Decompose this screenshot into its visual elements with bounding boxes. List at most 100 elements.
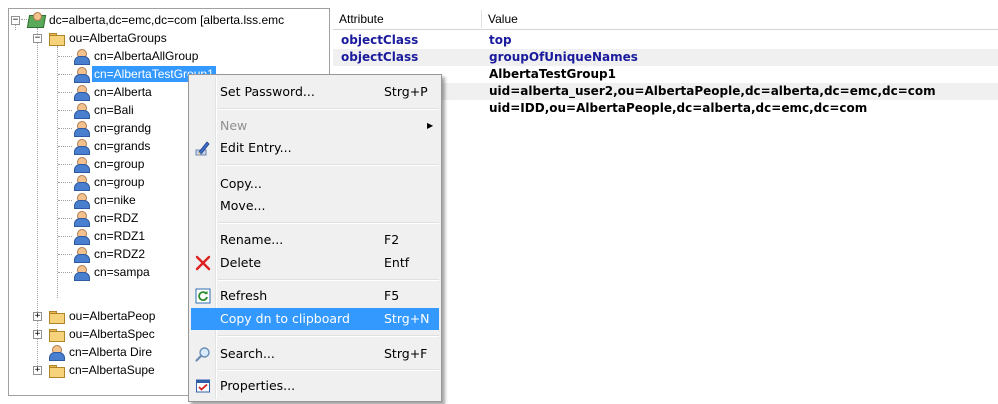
tree-item-alberta-groups[interactable]: − ou=AlbertaGroups (33, 29, 169, 47)
tree-item-group[interactable]: cn=Alberta Dire (33, 343, 154, 361)
tree-item-group[interactable]: cn=AlbertaAllGroup (73, 47, 200, 65)
group-icon (73, 66, 90, 83)
column-header-attribute[interactable]: Attribute (333, 8, 384, 30)
group-icon (73, 120, 90, 137)
menu-item-delete[interactable]: Delete Entf (191, 252, 439, 274)
menu-shortcut: Strg+P (384, 84, 428, 99)
group-icon (73, 174, 90, 191)
tree-item-group[interactable]: cn=group (73, 155, 146, 173)
tree-root-label[interactable]: dc=alberta,dc=emc,dc=com [alberta.lss.em… (47, 12, 286, 28)
collapse-toggle[interactable]: − (33, 33, 42, 43)
menu-item-copy-dn-to-clipboard[interactable]: Copy dn to clipboard Strg+N (191, 308, 439, 330)
tree-guide-line (58, 110, 72, 111)
tree-guide-line (58, 272, 72, 273)
attribute-value: top (489, 33, 512, 47)
attribute-name: objectClass (341, 33, 419, 47)
attribute-table-header: Attribute Value (333, 8, 998, 30)
tree-item-group[interactable]: cn=RDZ1 (73, 227, 147, 245)
menu-item-move[interactable]: Move... (191, 195, 439, 217)
group-icon (73, 192, 90, 209)
tree-item-label[interactable]: cn=grandg (92, 120, 153, 136)
expand-toggle[interactable]: + (33, 365, 42, 375)
menu-label: New (220, 118, 248, 133)
menu-separator (218, 369, 439, 371)
menu-shortcut: Entf (384, 255, 410, 270)
group-icon (73, 246, 90, 263)
expand-toggle[interactable]: + (33, 329, 42, 339)
menu-separator (218, 222, 439, 224)
menu-item-rename[interactable]: Rename... F2 (191, 229, 439, 251)
attribute-row[interactable]: objectClass groupOfUniqueNames (333, 49, 998, 66)
tree-item-group[interactable]: cn=RDZ (73, 209, 140, 227)
tree-item-group[interactable]: cn=nike (73, 191, 138, 209)
tree-item-group[interactable]: cn=RDZ2 (73, 245, 147, 263)
tree-item-label[interactable]: cn=grands (92, 138, 152, 154)
collapse-toggle[interactable]: − (11, 15, 20, 25)
menu-shortcut: Strg+N (384, 311, 430, 326)
tree-guide-line (58, 56, 72, 57)
tree-item-label[interactable]: cn=Alberta Dire (67, 344, 154, 360)
tree-item-group[interactable]: cn=Bali (73, 101, 136, 119)
tree-item-label[interactable]: cn=nike (92, 192, 138, 208)
folder-icon (48, 326, 65, 342)
tree-guide-line (58, 74, 72, 75)
menu-item-copy[interactable]: Copy... (191, 173, 439, 195)
menu-item-properties[interactable]: Properties... (191, 375, 439, 397)
tree-item-label[interactable]: cn=Bali (92, 102, 136, 118)
tree-item-folder[interactable]: + ou=AlbertaPeop (33, 307, 157, 325)
tree-item-group[interactable]: cn=grandg (73, 119, 153, 137)
group-icon (73, 210, 90, 227)
menu-item-search[interactable]: Search... Strg+F (191, 343, 439, 365)
search-magnifier-icon (195, 347, 210, 362)
menu-separator (218, 279, 439, 281)
tree-item-label[interactable]: ou=AlbertaPeop (67, 308, 157, 324)
delete-x-icon (195, 255, 211, 271)
tree-item-group[interactable]: cn=group (73, 173, 146, 191)
expand-toggle[interactable]: + (33, 311, 42, 321)
tree-guide-line (58, 218, 72, 219)
menu-item-new[interactable]: New ▶ (191, 115, 439, 137)
folder-open-icon (48, 30, 65, 46)
menu-separator (218, 108, 439, 110)
menu-label: Set Password... (220, 84, 315, 99)
tree-item-label[interactable]: cn=AlbertaAllGroup (92, 48, 200, 64)
properties-icon (196, 379, 210, 393)
tree-guide-line (58, 146, 72, 147)
tree-item-label[interactable]: cn=sampa (92, 264, 152, 280)
menu-label: Copy... (220, 176, 262, 191)
menu-label: Delete (220, 255, 262, 270)
tree-item-label[interactable]: cn=RDZ2 (92, 246, 147, 262)
group-icon (73, 228, 90, 245)
tree-item-label[interactable]: cn=RDZ (92, 210, 140, 226)
group-icon (73, 138, 90, 155)
tree-guide-line (57, 46, 58, 298)
attribute-row[interactable]: objectClass top (333, 32, 998, 49)
attribute-value: groupOfUniqueNames (489, 50, 638, 64)
menu-shortcut: Strg+F (384, 346, 428, 361)
tree-item-group[interactable]: cn=grands (73, 137, 152, 155)
tree-item-label[interactable]: cn=Alberta (92, 84, 154, 100)
tree-item-label[interactable]: ou=AlbertaGroups (67, 30, 169, 46)
tree-item-label[interactable]: ou=AlbertaSpec (67, 326, 157, 342)
tree-item-label[interactable]: cn=group (92, 156, 146, 172)
tree-item-label[interactable]: cn=group (92, 174, 146, 190)
tree-guide-line (58, 236, 72, 237)
menu-shortcut: F5 (384, 288, 400, 303)
column-header-value[interactable]: Value (482, 8, 518, 30)
menu-item-set-password[interactable]: Set Password... Strg+P (191, 81, 439, 103)
menu-separator (218, 164, 439, 166)
folder-icon (48, 308, 65, 324)
menu-item-edit-entry[interactable]: Edit Entry... (191, 137, 439, 159)
tree-item-folder[interactable]: + ou=AlbertaSpec (33, 325, 157, 343)
menu-item-refresh[interactable]: Refresh F5 (191, 285, 439, 307)
group-icon (73, 84, 90, 101)
tree-item-group[interactable]: cn=sampa (73, 263, 152, 281)
tree-item-label[interactable]: cn=AlbertaSupe (67, 362, 157, 378)
refresh-icon (195, 288, 211, 304)
group-icon (48, 344, 65, 361)
tree-item-folder[interactable]: + cn=AlbertaSupe (33, 361, 157, 379)
tree-item-label[interactable]: cn=RDZ1 (92, 228, 147, 244)
tree-root[interactable]: − dc=alberta,dc=emc,dc=com [alberta.lss.… (11, 11, 286, 29)
tree-item-group[interactable]: cn=Alberta (73, 83, 154, 101)
attribute-value: uid=alberta_user2,ou=AlbertaPeople,dc=al… (489, 84, 936, 98)
